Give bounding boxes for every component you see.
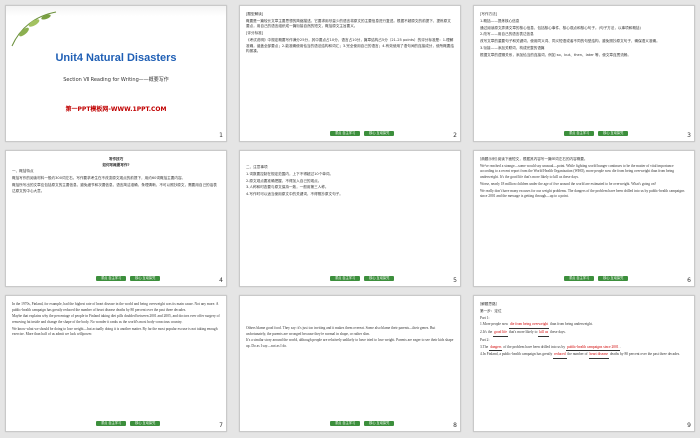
explore-button[interactable]: 核心 互动探究: [364, 131, 395, 136]
slide-body: 写作技巧 如何写概要写作? 一、概括特点 概括写作的阅读材料一般约300词左右。…: [12, 157, 220, 270]
study-button[interactable]: 重点 自主学习: [330, 276, 361, 281]
answer-blank: dangers: [489, 345, 503, 352]
answer-blank: public-health campaigns since 2001: [566, 345, 620, 352]
slide-footer: 重点 自主学习 核心 互动探究: [564, 276, 629, 281]
slide-body: [解题思路] 第一步：定位 Part 1: 1.More people now …: [480, 302, 688, 415]
study-button[interactable]: 重点 自主学习: [330, 131, 361, 136]
slide-thumbnail-4[interactable]: 写作技巧 如何写概要写作? 一、概括特点 概括写作的阅读材料一般约300词左右。…: [5, 150, 227, 287]
paragraph: 2.原文观点要准确把握，不得加入自己的观点。: [246, 178, 322, 183]
slide-number: 3: [687, 132, 691, 139]
slide-thumbnail-8[interactable]: Others blame good food. They say: it's j…: [239, 295, 461, 432]
study-button[interactable]: 重点 自主学习: [96, 421, 127, 426]
paragraph: We know what we should be doing to lose …: [12, 326, 218, 337]
fill-in-line: 4.In Finland, a public-health campaign h…: [480, 352, 688, 360]
explore-button[interactable]: 核心 互动探究: [130, 421, 161, 426]
slide-thumbnail-1[interactable]: Unit4 Natural Disasters Section Ⅶ Readin…: [5, 5, 227, 142]
slide-heading: 写作技巧 如何写概要写作?: [102, 157, 130, 167]
slide-body: [写作方法] 1.概括——提炼核心信息 通过阅读原文弄清文章的核心信息，包括核心…: [480, 12, 688, 125]
paragraph: 概括所写出的文章应包括原文的主要信息，避免细节和次要信息，语言简洁准确，条理清晰…: [12, 182, 217, 193]
explore-button[interactable]: 核心 互动探究: [130, 276, 161, 281]
section-heading: 二、注意事项: [246, 165, 268, 169]
slide-thumbnail-5[interactable]: 二、注意事项 1.词数要控制在规定范围内，上下不得超过10个单词。 2.原文观点…: [239, 150, 461, 287]
slide-footer: 重点 自主学习 核心 互动探究: [330, 276, 395, 281]
paragraph: We've reached a strange—some would say u…: [480, 163, 675, 179]
slide-footer: 重点 自主学习 核心 互动探究: [96, 421, 161, 426]
slide-number: 5: [453, 277, 457, 284]
slide-body: In the 1970s, Finland, for example, had …: [12, 302, 220, 415]
section-heading: [评分标准]: [246, 31, 264, 36]
slide-body: [典题示例] 阅读下面短文，根据其内容写一篇60词左右的内容概要。 We've …: [480, 157, 688, 270]
paragraph: Others blame good food. They say: it's j…: [246, 326, 436, 336]
paragraph: 3.人称和时态要与原文保持一致，一般用第三人称。: [246, 185, 329, 190]
section-heading: [写作方法]: [480, 12, 498, 16]
slide-footer: 重点 自主学习 核心 互动探究: [330, 131, 395, 136]
section-heading: [典题示例] 阅读下面短文，根据其内容写一篇60词左右的内容概要。: [480, 157, 588, 161]
section-heading: [题型解读]: [246, 12, 264, 16]
section-heading: [解题思路]: [480, 302, 497, 306]
slide-thumbnail-9[interactable]: [解题思路] 第一步：定位 Part 1: 1.More people now …: [473, 295, 695, 432]
answer-blank: heart disease: [588, 352, 609, 360]
slide-number: 2: [453, 132, 457, 139]
explore-button[interactable]: 核心 互动探究: [364, 276, 395, 281]
slide-thumbnail-grid: Unit4 Natural Disasters Section Ⅶ Readin…: [5, 5, 695, 433]
answer-blank: die from being overweight: [508, 322, 550, 329]
paragraph: 1.概括——提炼核心信息: [480, 18, 520, 23]
explore-button[interactable]: 核心 互动探究: [598, 276, 629, 281]
slide-thumbnail-7[interactable]: In the 1970s, Finland, for example, had …: [5, 295, 227, 432]
answer-blank: good life: [493, 330, 508, 337]
answer-blank: reduced: [553, 352, 567, 360]
step-heading: 第一步：定位: [480, 308, 502, 313]
paragraph: 概括写作的阅读材料一般约300词左右。写作要求考生在不改变原文观点的前提下，用约…: [12, 176, 186, 181]
slide-number: 1: [219, 132, 223, 139]
slide-number: 7: [219, 422, 223, 429]
section-heading: 一、概括特点: [12, 169, 34, 174]
paragraph: Worse, nearly 18 million children under …: [480, 181, 657, 186]
paragraph: 改写文章的重要句子和关键词，使用同义词、同义短语或者不同的句型结构，避免照抄原文…: [480, 39, 660, 44]
fill-in-line: 3.The dangers of the problem have been d…: [480, 345, 688, 352]
part-label: Part 2:: [480, 337, 490, 342]
slide-body: [题型解读] 概要是一篇较长文章主要思想的简缩描述。它要求用尽量少的语言将原文的…: [246, 12, 454, 125]
slide-number: 8: [453, 422, 457, 429]
paragraph: 3.衔接——添加关联词，构成完整的语篇: [480, 45, 545, 50]
slide-title: Unit4 Natural Disasters: [55, 52, 177, 64]
slide-body: 二、注意事项 1.词数要控制在规定范围内，上下不得超过10个单词。 2.原文观点…: [246, 165, 454, 270]
paragraph: 4.写作时可以适当使用原文中的关键词，不得照抄原文句子。: [246, 192, 343, 197]
fill-in-line: 2.It's the good life that's more likely …: [480, 330, 688, 337]
paragraph: 1.词数要控制在规定范围内，上下不得超过10个单词。: [246, 171, 334, 176]
study-button[interactable]: 重点 自主学习: [564, 276, 595, 281]
paragraph: It's a similar story around the world, a…: [246, 338, 454, 348]
paragraph: 根据文章的逻辑关系，添加恰当的连接词，例如 so、but、then、later …: [480, 52, 631, 57]
slide-number: 6: [687, 277, 691, 284]
slide-footer: 重点 自主学习 核心 互动探究: [96, 276, 161, 281]
paragraph: We really don't have many excuses for ou…: [480, 188, 685, 199]
slide-number: 9: [687, 422, 691, 429]
leaf-decoration-icon: [11, 11, 57, 47]
paragraph: 2.改写——用自己的语言表达信息: [480, 32, 534, 37]
paragraph: 通过阅读原文弄清文章的核心信息，包括核心事件、核心观点和核心句子。(句子方法，以…: [480, 25, 641, 30]
paragraph: 概要是一篇较长文章主要思想的简缩描述。它要求用尽量少的语言将原文的主要信息进行复…: [246, 18, 451, 29]
study-button[interactable]: 重点 自主学习: [330, 421, 361, 426]
paragraph: In the 1970s, Finland, for example, had …: [12, 302, 219, 312]
slide-footer: 重点 自主学习 核心 互动探究: [330, 421, 395, 426]
slide-subtitle: Section Ⅶ Reading for Writing——概要写作: [63, 77, 169, 83]
part-label: Part 1:: [480, 315, 490, 320]
answer-blank: kill us: [538, 330, 550, 337]
slide-body: Others blame good food. They say: it's j…: [246, 326, 454, 415]
site-label: 第一PPT模板网-WWW.1PPT.COM: [65, 106, 167, 113]
study-button[interactable]: 重点 自主学习: [96, 276, 127, 281]
study-button[interactable]: 重点 自主学习: [564, 131, 595, 136]
slide-thumbnail-2[interactable]: [题型解读] 概要是一篇较长文章主要思想的简缩描述。它要求用尽量少的语言将原文的…: [239, 5, 461, 142]
fill-in-line: 1.More people now die from being overwei…: [480, 322, 688, 329]
paragraph: Maybe that explains why the percentage o…: [12, 314, 220, 324]
explore-button[interactable]: 核心 互动探究: [598, 131, 629, 136]
explore-button[interactable]: 核心 互动探究: [364, 421, 395, 426]
slide-number: 4: [219, 277, 223, 284]
slide-thumbnail-6[interactable]: [典题示例] 阅读下面短文，根据其内容写一篇60词左右的内容概要。 We've …: [473, 150, 695, 287]
slide-footer: 重点 自主学习 核心 互动探究: [564, 131, 629, 136]
paragraph: 《考试说明》中规定概要写作满分25分，其中要点占10分，语言占10分，篇章结构占…: [246, 37, 454, 54]
slide-thumbnail-3[interactable]: [写作方法] 1.概括——提炼核心信息 通过阅读原文弄清文章的核心信息，包括核心…: [473, 5, 695, 142]
